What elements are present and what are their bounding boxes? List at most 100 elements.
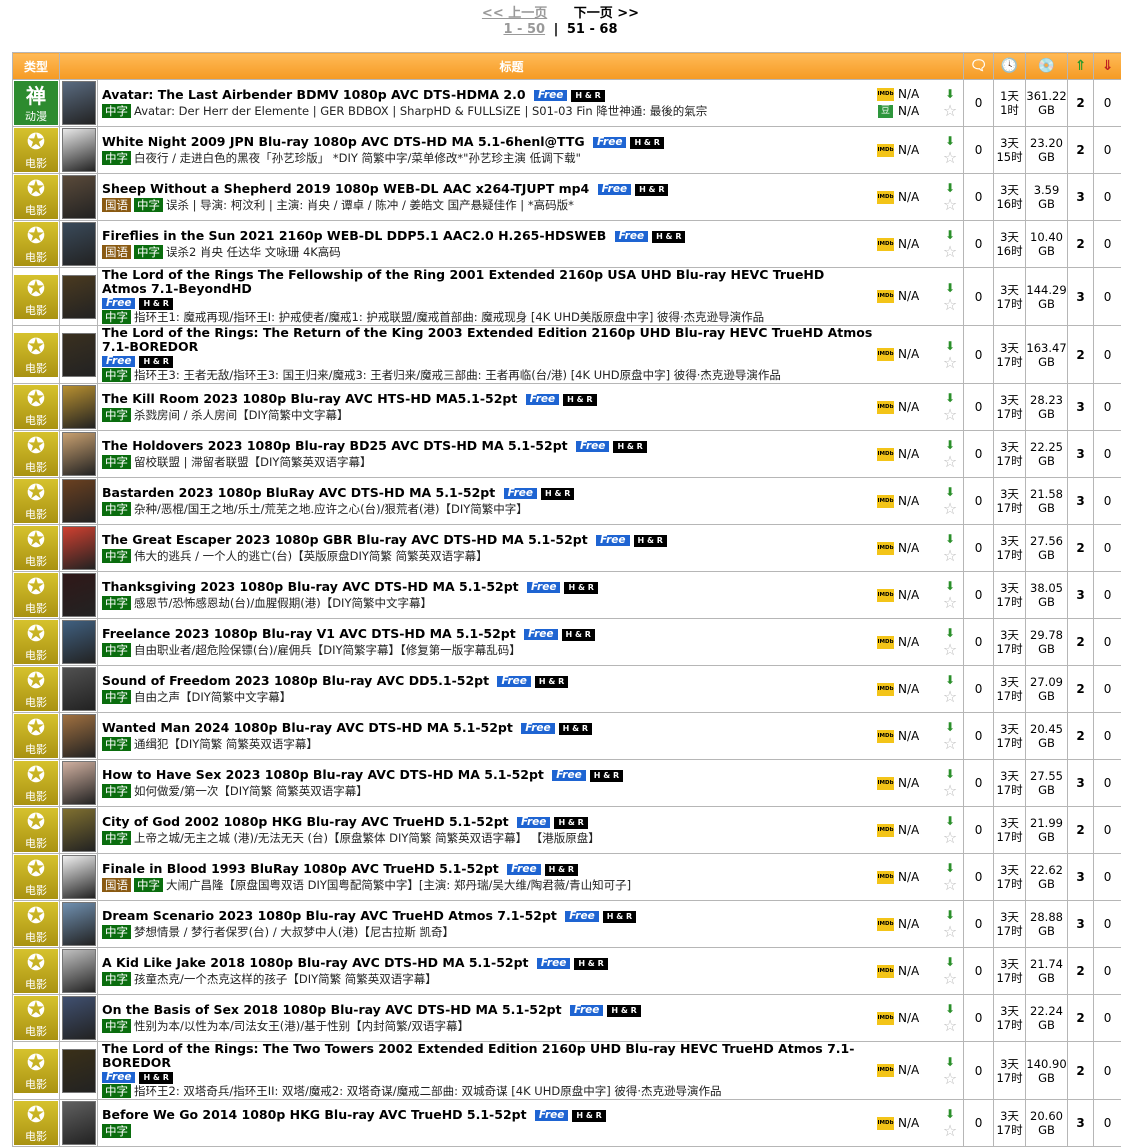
download-icon[interactable]: ⬇ [945,1054,955,1070]
comments-count[interactable]: 0 [964,1042,994,1100]
seeders-count[interactable]: 3 [1068,1100,1094,1147]
poster-thumbnail[interactable] [62,996,96,1040]
category-badge[interactable]: ✪ 电影 [14,222,58,266]
leechers-count[interactable]: 0 [1094,901,1121,948]
prev-page-link[interactable]: << 上一页 [482,6,547,21]
download-icon[interactable]: ⬇ [945,227,955,243]
leechers-count[interactable]: 0 [1094,807,1121,854]
comments-count[interactable]: 0 [964,174,994,221]
poster-thumbnail[interactable] [62,222,96,266]
bookmark-star-icon[interactable]: ☆ [943,876,957,894]
leechers-count[interactable]: 0 [1094,127,1121,174]
comments-count[interactable]: 0 [964,1100,994,1147]
category-badge[interactable]: ✪ 电影 [14,1101,58,1145]
poster-thumbnail[interactable] [62,175,96,219]
bookmark-star-icon[interactable]: ☆ [943,923,957,941]
leechers-count[interactable]: 0 [1094,174,1121,221]
category-badge[interactable]: ✪ 电影 [14,620,58,664]
category-badge[interactable]: ✪ 电影 [14,761,58,805]
col-size-header[interactable]: 💿 [1026,53,1068,80]
seeders-count[interactable]: 2 [1068,666,1094,713]
download-icon[interactable]: ⬇ [945,672,955,688]
category-badge[interactable]: ✪ 电影 [14,275,58,319]
category-badge[interactable]: ✪ 电影 [14,175,58,219]
col-seeders-header[interactable]: ⇑ [1068,53,1094,80]
seeders-count[interactable]: 3 [1068,174,1094,221]
bookmark-star-icon[interactable]: ☆ [943,688,957,706]
comments-count[interactable]: 0 [964,127,994,174]
col-type-header[interactable]: 类型 [13,53,60,80]
comments-count[interactable]: 0 [964,995,994,1042]
torrent-title-link[interactable]: The Great Escaper 2023 1080p GBR Blu-ray… [102,532,588,547]
poster-thumbnail[interactable] [62,275,96,319]
torrent-title-link[interactable]: White Night 2009 JPN Blu-ray 1080p AVC D… [102,134,585,149]
comments-count[interactable]: 0 [964,713,994,760]
comments-count[interactable]: 0 [964,572,994,619]
torrent-title-link[interactable]: City of God 2002 1080p HKG Blu-ray AVC T… [102,814,509,829]
download-icon[interactable]: ⬇ [945,813,955,829]
category-badge[interactable]: 禅 动漫 [14,81,58,125]
torrent-title-link[interactable]: A Kid Like Jake 2018 1080p Blu-ray AVC D… [102,955,529,970]
category-badge[interactable]: ✪ 电影 [14,714,58,758]
poster-thumbnail[interactable] [62,333,96,377]
download-icon[interactable]: ⬇ [945,907,955,923]
download-icon[interactable]: ⬇ [945,338,955,354]
bookmark-star-icon[interactable]: ☆ [943,782,957,800]
download-icon[interactable]: ⬇ [945,578,955,594]
leechers-count[interactable]: 0 [1094,1042,1121,1100]
torrent-title-link[interactable]: Dream Scenario 2023 1080p Blu-ray AVC Tr… [102,908,557,923]
comments-count[interactable]: 0 [964,948,994,995]
seeders-count[interactable]: 2 [1068,713,1094,760]
comments-count[interactable]: 0 [964,854,994,901]
category-badge[interactable]: ✪ 电影 [14,1049,58,1093]
seeders-count[interactable]: 2 [1068,619,1094,666]
comments-count[interactable]: 0 [964,80,994,127]
download-icon[interactable]: ⬇ [945,719,955,735]
download-icon[interactable]: ⬇ [945,1001,955,1017]
torrent-title-link[interactable]: Freelance 2023 1080p Blu-ray V1 AVC DTS-… [102,626,516,641]
torrent-title-link[interactable]: Fireflies in the Sun 2021 2160p WEB-DL D… [102,228,606,243]
poster-thumbnail[interactable] [62,855,96,899]
seeders-count[interactable]: 3 [1068,760,1094,807]
seeders-count[interactable]: 3 [1068,572,1094,619]
poster-thumbnail[interactable] [62,385,96,429]
leechers-count[interactable]: 0 [1094,268,1121,326]
bookmark-star-icon[interactable]: ☆ [943,547,957,565]
category-badge[interactable]: ✪ 电影 [14,526,58,570]
torrent-title-link[interactable]: The Holdovers 2023 1080p Blu-ray BD25 AV… [102,438,568,453]
poster-thumbnail[interactable] [62,620,96,664]
bookmark-star-icon[interactable]: ☆ [943,354,957,372]
download-icon[interactable]: ⬇ [945,133,955,149]
leechers-count[interactable]: 0 [1094,760,1121,807]
comments-count[interactable]: 0 [964,807,994,854]
bookmark-star-icon[interactable]: ☆ [943,970,957,988]
leechers-count[interactable]: 0 [1094,995,1121,1042]
leechers-count[interactable]: 0 [1094,478,1121,525]
leechers-count[interactable]: 0 [1094,854,1121,901]
bookmark-star-icon[interactable]: ☆ [943,149,957,167]
download-icon[interactable]: ⬇ [945,531,955,547]
download-icon[interactable]: ⬇ [945,86,955,102]
leechers-count[interactable]: 0 [1094,666,1121,713]
torrent-title-link[interactable]: Thanksgiving 2023 1080p Blu-ray AVC DTS-… [102,579,519,594]
comments-count[interactable]: 0 [964,221,994,268]
col-leechers-header[interactable]: ⇓ [1094,53,1121,80]
seeders-count[interactable]: 2 [1068,80,1094,127]
torrent-title-link[interactable]: On the Basis of Sex 2018 1080p Blu-ray A… [102,1002,562,1017]
seeders-count[interactable]: 2 [1068,1042,1094,1100]
leechers-count[interactable]: 0 [1094,713,1121,760]
leechers-count[interactable]: 0 [1094,948,1121,995]
comments-count[interactable]: 0 [964,431,994,478]
download-icon[interactable]: ⬇ [945,954,955,970]
bookmark-star-icon[interactable]: ☆ [943,594,957,612]
bookmark-star-icon[interactable]: ☆ [943,243,957,261]
torrent-title-link[interactable]: The Lord of the Rings The Fellowship of … [102,268,824,296]
torrent-title-link[interactable]: How to Have Sex 2023 1080p Blu-ray AVC D… [102,767,544,782]
download-icon[interactable]: ⬇ [945,437,955,453]
leechers-count[interactable]: 0 [1094,619,1121,666]
seeders-count[interactable]: 3 [1068,431,1094,478]
comments-count[interactable]: 0 [964,619,994,666]
seeders-count[interactable]: 2 [1068,807,1094,854]
seeders-count[interactable]: 2 [1068,127,1094,174]
download-icon[interactable]: ⬇ [945,766,955,782]
